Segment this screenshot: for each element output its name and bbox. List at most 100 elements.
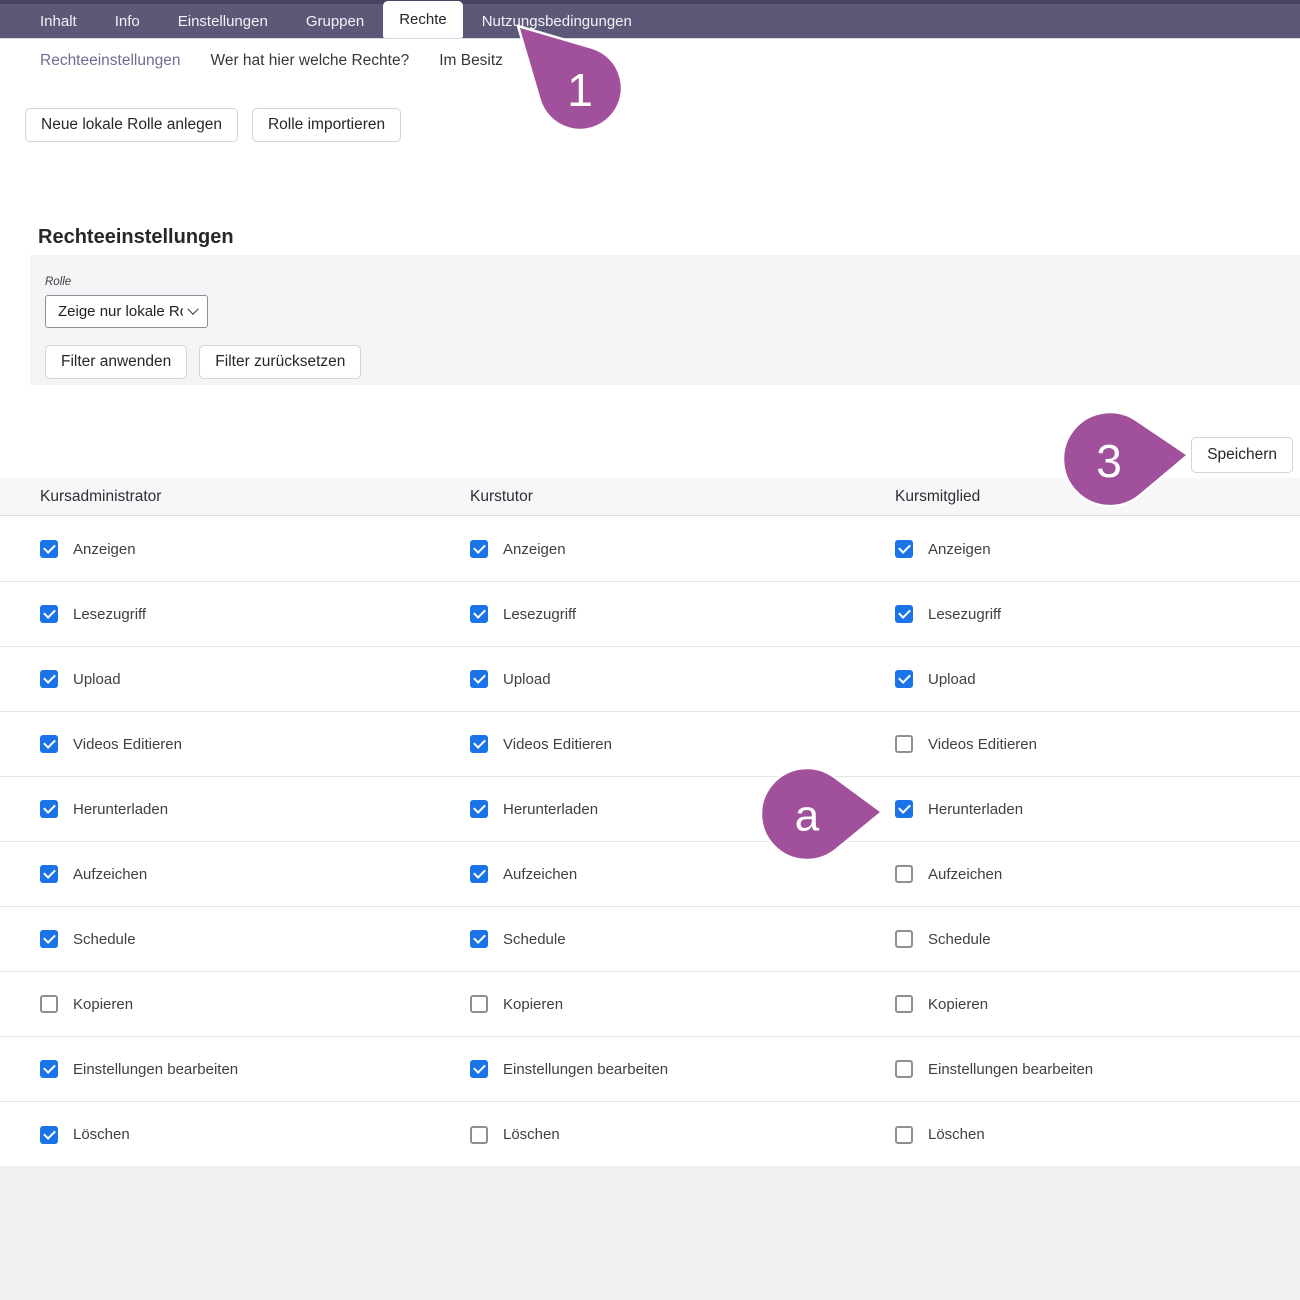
permission-checkbox-kursmitglied-schedule[interactable]	[895, 930, 913, 948]
permission-cell: Upload	[895, 670, 1300, 688]
permission-cell: Kopieren	[470, 995, 895, 1013]
permission-label: Kopieren	[503, 996, 563, 1013]
permission-checkbox-kurstutor-einstellungen-bearbeiten[interactable]	[470, 1060, 488, 1078]
permission-checkbox-kursadministrator-loschen[interactable]	[40, 1126, 58, 1144]
save-button[interactable]: Speichern	[1191, 437, 1293, 473]
permission-cell: Löschen	[895, 1126, 1300, 1144]
permission-label: Lesezugriff	[73, 606, 146, 623]
permission-checkbox-kurstutor-anzeigen[interactable]	[470, 540, 488, 558]
permission-cell: Kopieren	[895, 995, 1300, 1013]
permission-checkbox-kursadministrator-lesezugriff[interactable]	[40, 605, 58, 623]
permission-cell: Upload	[40, 670, 470, 688]
permission-cell: Löschen	[470, 1126, 895, 1144]
nav-tab-rechte[interactable]: Rechte	[383, 1, 463, 38]
permission-checkbox-kursmitglied-aufzeichen[interactable]	[895, 865, 913, 883]
new-role-button[interactable]: Neue lokale Rolle anlegen	[25, 108, 238, 142]
permission-checkbox-kursadministrator-einstellungen-bearbeiten[interactable]	[40, 1060, 58, 1078]
permission-row-videos-editieren: Videos EditierenVideos EditierenVideos E…	[0, 712, 1300, 777]
permission-checkbox-kursmitglied-upload[interactable]	[895, 670, 913, 688]
permission-label: Anzeigen	[73, 541, 136, 558]
permission-row-upload: UploadUploadUpload	[0, 647, 1300, 712]
permission-row-herunterladen: HerunterladenHerunterladenHerunterladen	[0, 777, 1300, 842]
permission-label: Einstellungen bearbeiten	[73, 1061, 238, 1078]
permission-cell: Lesezugriff	[40, 605, 470, 623]
permission-cell: Aufzeichen	[40, 865, 470, 883]
role-filter-select[interactable]: Zeige nur lokale Rc	[45, 295, 208, 328]
action-row: Neue lokale Rolle anlegen Rolle importie…	[25, 108, 401, 142]
permission-checkbox-kursmitglied-kopieren[interactable]	[895, 995, 913, 1013]
permission-checkbox-kursmitglied-loschen[interactable]	[895, 1126, 913, 1144]
permission-checkbox-kursadministrator-videos-editieren[interactable]	[40, 735, 58, 753]
filter-apply-button[interactable]: Filter anwenden	[45, 345, 187, 379]
nav-tab-gruppen[interactable]: Gruppen	[287, 4, 383, 38]
permission-row-anzeigen: AnzeigenAnzeigenAnzeigen	[0, 517, 1300, 582]
nav-tab-inhalt[interactable]: Inhalt	[21, 4, 96, 38]
permission-checkbox-kurstutor-loschen[interactable]	[470, 1126, 488, 1144]
permission-cell: Videos Editieren	[40, 735, 470, 753]
permission-checkbox-kurstutor-lesezugriff[interactable]	[470, 605, 488, 623]
permission-cell: Anzeigen	[895, 540, 1300, 558]
nav-tab-einstellungen[interactable]: Einstellungen	[159, 4, 287, 38]
permission-label: Lesezugriff	[928, 606, 1001, 623]
permission-label: Aufzeichen	[928, 866, 1002, 883]
permission-checkbox-kursadministrator-herunterladen[interactable]	[40, 800, 58, 818]
permission-row-einstellungen-bearbeiten: Einstellungen bearbeiten Einstellungen be…	[0, 1037, 1300, 1102]
permission-checkbox-kurstutor-upload[interactable]	[470, 670, 488, 688]
permission-label: Upload	[928, 671, 976, 688]
permission-label: Herunterladen	[73, 801, 168, 818]
subnav-item-wer-hat-hier-welche-rechte[interactable]: Wer hat hier welche Rechte?	[210, 44, 409, 78]
permission-cell: Löschen	[40, 1126, 470, 1144]
permission-cell: Lesezugriff	[895, 605, 1300, 623]
permission-cell: Videos Editieren	[895, 735, 1300, 753]
permission-checkbox-kurstutor-schedule[interactable]	[470, 930, 488, 948]
permission-checkbox-kursmitglied-einstellungen-bearbeiten[interactable]	[895, 1060, 913, 1078]
permission-cell: Einstellungen bearbeiten	[40, 1060, 470, 1078]
permission-checkbox-kursadministrator-upload[interactable]	[40, 670, 58, 688]
permission-checkbox-kursadministrator-kopieren[interactable]	[40, 995, 58, 1013]
permission-checkbox-kursadministrator-anzeigen[interactable]	[40, 540, 58, 558]
permissions-table-body: AnzeigenAnzeigenAnzeigenLesezugriffLesez…	[0, 517, 1300, 1167]
permission-row-lesezugriff: Lesezugriff Lesezugriff Lesezugriff	[0, 582, 1300, 647]
permission-cell: Anzeigen	[470, 540, 895, 558]
column-header-kurstutor: Kurstutor	[470, 488, 895, 506]
permission-cell: Upload	[470, 670, 895, 688]
page-title: Rechteeinstellungen	[38, 226, 234, 249]
page: InhaltInfoEinstellungenGruppenRechteNutz…	[0, 0, 1300, 1300]
permission-checkbox-kurstutor-aufzeichen[interactable]	[470, 865, 488, 883]
permission-label: Kopieren	[928, 996, 988, 1013]
permission-row-loschen: LöschenLöschenLöschen	[0, 1102, 1300, 1167]
filter-panel: Rolle Zeige nur lokale Rc Filter anwende…	[30, 255, 1300, 385]
permission-cell: Einstellungen bearbeiten	[895, 1060, 1300, 1078]
permissions-table-header: KursadministratorKurstutorKursmitglied	[0, 478, 1300, 516]
permission-checkbox-kursadministrator-aufzeichen[interactable]	[40, 865, 58, 883]
top-navbar: InhaltInfoEinstellungenGruppenRechteNutz…	[0, 0, 1300, 39]
permission-checkbox-kursmitglied-videos-editieren[interactable]	[895, 735, 913, 753]
permission-cell: Einstellungen bearbeiten	[470, 1060, 895, 1078]
permission-checkbox-kursmitglied-herunterladen[interactable]	[895, 800, 913, 818]
permission-cell: Herunterladen	[895, 800, 1300, 818]
permission-label: Lesezugriff	[503, 606, 576, 623]
permission-cell: Schedule	[895, 930, 1300, 948]
permission-label: Löschen	[73, 1126, 130, 1143]
permission-label: Schedule	[503, 931, 566, 948]
permission-checkbox-kursmitglied-anzeigen[interactable]	[895, 540, 913, 558]
permission-checkbox-kurstutor-kopieren[interactable]	[470, 995, 488, 1013]
subnav-item-rechteeinstellungen[interactable]: Rechteeinstellungen	[40, 44, 180, 78]
permission-label: Einstellungen bearbeiten	[928, 1061, 1093, 1078]
permission-checkbox-kurstutor-herunterladen[interactable]	[470, 800, 488, 818]
subnav-item-im-besitz[interactable]: Im Besitz	[439, 44, 503, 78]
nav-tab-nutzungsbedingungen[interactable]: Nutzungsbedingungen	[463, 4, 651, 38]
svg-text:1: 1	[567, 64, 593, 116]
permission-label: Herunterladen	[928, 801, 1023, 818]
permission-checkbox-kurstutor-videos-editieren[interactable]	[470, 735, 488, 753]
permission-checkbox-kursadministrator-schedule[interactable]	[40, 930, 58, 948]
filter-reset-button[interactable]: Filter zurücksetzen	[199, 345, 361, 379]
permission-label: Schedule	[73, 931, 136, 948]
permission-cell: Lesezugriff	[470, 605, 895, 623]
permission-cell: Anzeigen	[40, 540, 470, 558]
import-role-button[interactable]: Rolle importieren	[252, 108, 401, 142]
role-filter-label: Rolle	[45, 276, 71, 288]
permission-checkbox-kursmitglied-lesezugriff[interactable]	[895, 605, 913, 623]
nav-tab-info[interactable]: Info	[96, 4, 159, 38]
permission-label: Einstellungen bearbeiten	[503, 1061, 668, 1078]
